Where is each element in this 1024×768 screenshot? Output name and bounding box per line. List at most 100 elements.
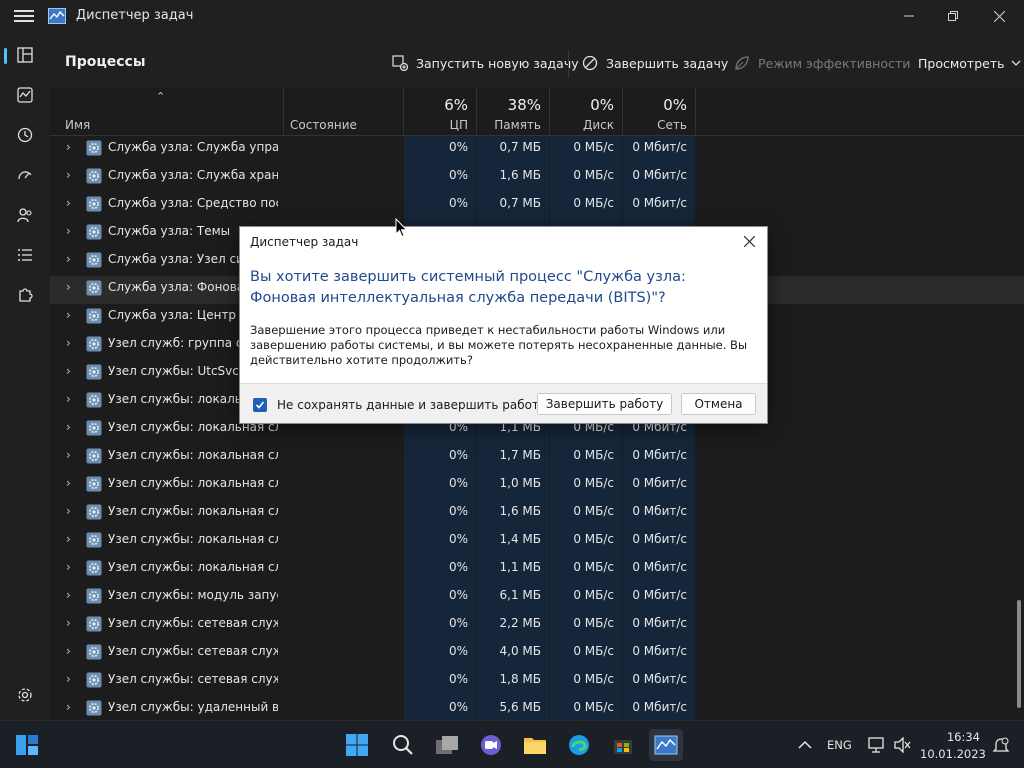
show-hidden-icons-button[interactable]: [788, 729, 822, 761]
expand-chevron-icon[interactable]: ›: [66, 332, 76, 360]
expand-chevron-icon[interactable]: ›: [66, 192, 76, 220]
edge-button[interactable]: [562, 729, 596, 761]
checkbox-label[interactable]: Не сохранять данные и завершить работу.: [277, 398, 550, 412]
column-header-name[interactable]: ⌃ Имя: [50, 88, 284, 136]
file-explorer-button[interactable]: [518, 729, 552, 761]
minimize-button[interactable]: [886, 0, 932, 32]
table-row[interactable]: ›Узел службы: удаленный вы...0%5,6 МБ0 М…: [50, 696, 1024, 720]
hamburger-menu-icon[interactable]: [14, 7, 34, 25]
nav-services[interactable]: [0, 276, 50, 314]
task-manager-icon: [654, 735, 678, 755]
process-cpu: 0%: [404, 696, 476, 720]
process-name: Узел службы: локальная слу...: [108, 448, 278, 462]
store-button[interactable]: [606, 729, 640, 761]
expand-chevron-icon[interactable]: ›: [66, 556, 76, 584]
table-row[interactable]: ›Узел службы: локальная слу...0%1,0 МБ0 …: [50, 472, 1024, 500]
process-disk: 0 МБ/с: [550, 500, 622, 528]
service-process-icon: [86, 168, 102, 184]
maximize-button[interactable]: [930, 0, 976, 32]
volume-button[interactable]: [888, 729, 918, 761]
table-row[interactable]: ›Служба узла: Служба управ...0%0,7 МБ0 М…: [50, 136, 1024, 164]
efficiency-mode-button[interactable]: Режим эффективности: [734, 52, 910, 74]
nav-startup[interactable]: [0, 156, 50, 194]
widgets-button[interactable]: [10, 729, 44, 761]
table-row[interactable]: ›Узел службы: локальная слу...0%1,1 МБ0 …: [50, 556, 1024, 584]
expand-chevron-icon[interactable]: ›: [66, 304, 76, 332]
dialog-footer: Не сохранять данные и завершить работу. …: [240, 383, 767, 423]
windows-logo-icon: [346, 734, 368, 756]
efficiency-mode-label: Режим эффективности: [758, 55, 911, 71]
expand-chevron-icon[interactable]: ›: [66, 444, 76, 472]
expand-chevron-icon[interactable]: ›: [66, 220, 76, 248]
process-network: 0 Мбит/с: [623, 528, 695, 556]
process-network: 0 Мбит/с: [623, 612, 695, 640]
process-name: Служба узла: Служба управ...: [108, 140, 278, 154]
process-cpu: 0%: [404, 528, 476, 556]
nav-details[interactable]: [0, 236, 50, 274]
service-process-icon: [86, 448, 102, 464]
abandon-unsaved-data-checkbox[interactable]: [253, 398, 267, 412]
notifications-button[interactable]: [986, 729, 1016, 761]
start-button[interactable]: [340, 729, 374, 761]
table-row[interactable]: ›Узел службы: локальная слу...0%1,4 МБ0 …: [50, 528, 1024, 556]
nav-app-history[interactable]: [0, 116, 50, 154]
cancel-button[interactable]: Отмена: [681, 393, 756, 415]
expand-chevron-icon[interactable]: ›: [66, 640, 76, 668]
run-new-task-button[interactable]: Запустить новую задачу: [392, 52, 579, 74]
dialog-close-button[interactable]: [739, 231, 759, 251]
table-row[interactable]: ›Узел службы: локальная слу...0%1,6 МБ0 …: [50, 500, 1024, 528]
expand-chevron-icon[interactable]: ›: [66, 472, 76, 500]
end-task-button[interactable]: Завершить задачу: [582, 52, 728, 74]
table-row[interactable]: ›Служба узла: Средство пост...0%0,7 МБ0 …: [50, 192, 1024, 220]
expand-chevron-icon[interactable]: ›: [66, 528, 76, 556]
clock-date[interactable]: 10.01.2023: [920, 747, 986, 761]
view-menu-button[interactable]: Просмотреть: [918, 52, 1021, 74]
process-memory: 2,2 МБ: [477, 612, 549, 640]
expand-chevron-icon[interactable]: ›: [66, 276, 76, 304]
table-row[interactable]: › Узел службы: сетевая служба 0%1,8 МБ0 МБ…: [50, 668, 1024, 696]
expand-chevron-icon[interactable]: ›: [66, 136, 76, 164]
column-header-network[interactable]: 0% Сеть: [623, 88, 696, 136]
chat-button[interactable]: [474, 729, 508, 761]
column-header-memory[interactable]: 38% Память: [477, 88, 550, 136]
table-row[interactable]: › Узел службы: сетевая служба 0%4,0 МБ0 МБ…: [50, 640, 1024, 668]
process-name: Узел службы: локальная слу...: [108, 532, 278, 546]
task-view-button[interactable]: [430, 729, 464, 761]
nav-settings[interactable]: [0, 676, 50, 714]
page-title: Процессы: [65, 54, 146, 70]
widgets-icon: [16, 735, 38, 755]
search-button[interactable]: [386, 729, 420, 761]
process-disk: 0 МБ/с: [550, 136, 622, 164]
shutdown-button[interactable]: Завершить работу: [537, 393, 672, 415]
column-header-disk[interactable]: 0% Диск: [550, 88, 623, 136]
nav-processes[interactable]: [0, 36, 50, 74]
process-disk: 0 МБ/с: [550, 556, 622, 584]
expand-chevron-icon[interactable]: ›: [66, 248, 76, 276]
column-header-cpu[interactable]: 6% ЦП: [404, 88, 477, 136]
expand-chevron-icon[interactable]: ›: [66, 584, 76, 612]
clock-time[interactable]: 16:34: [930, 730, 980, 744]
nav-performance[interactable]: [0, 76, 50, 114]
table-row[interactable]: › Узел службы: сетевая служба 0%2,2 МБ0 МБ…: [50, 612, 1024, 640]
process-name: Узел службы: локальная слу...: [108, 560, 278, 574]
expand-chevron-icon[interactable]: ›: [66, 360, 76, 388]
expand-chevron-icon[interactable]: ›: [66, 668, 76, 696]
expand-chevron-icon[interactable]: ›: [66, 696, 76, 720]
close-button[interactable]: [976, 0, 1022, 32]
column-header-status[interactable]: Состояние: [284, 88, 404, 136]
expand-chevron-icon[interactable]: ›: [66, 416, 76, 444]
expand-chevron-icon[interactable]: ›: [66, 164, 76, 192]
process-cpu: 0%: [404, 556, 476, 584]
process-network: 0 Мбит/с: [623, 696, 695, 720]
table-row[interactable]: ›Узел службы: локальная слу...0%1,7 МБ0 …: [50, 444, 1024, 472]
chevron-down-icon: [1011, 60, 1020, 66]
nav-users[interactable]: [0, 196, 50, 234]
vertical-scrollbar[interactable]: [1017, 600, 1021, 708]
expand-chevron-icon[interactable]: ›: [66, 500, 76, 528]
task-manager-taskbar-button[interactable]: [649, 729, 683, 761]
table-row[interactable]: ›Узел службы: модуль запуск...0%6,1 МБ0 …: [50, 584, 1024, 612]
input-language-indicator[interactable]: ENG: [827, 738, 852, 752]
table-row[interactable]: ›Служба узла: Служба храни...0%1,6 МБ0 М…: [50, 164, 1024, 192]
expand-chevron-icon[interactable]: ›: [66, 612, 76, 640]
expand-chevron-icon[interactable]: ›: [66, 388, 76, 416]
